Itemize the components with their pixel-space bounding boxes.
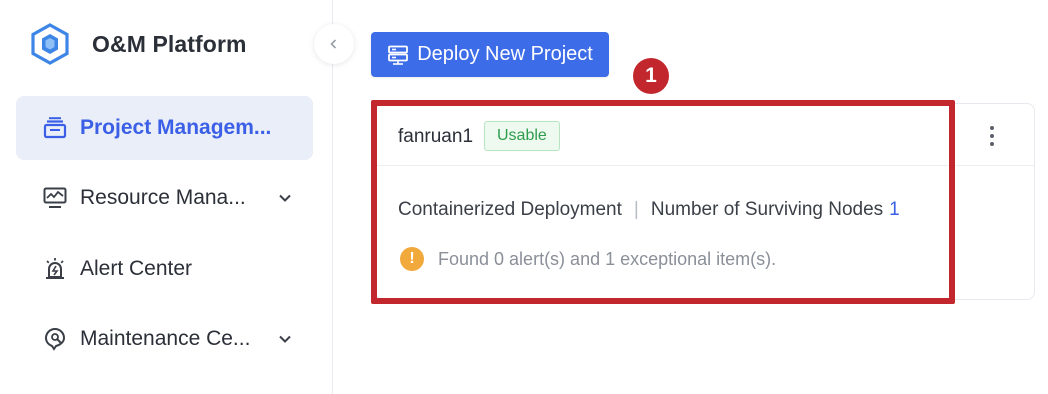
alert-summary-text: Found 0 alert(s) and 1 exceptional item(… [438,248,777,269]
deploy-new-project-button[interactable]: Deploy New Project [371,32,609,77]
step-number-badge: 1 [633,58,669,94]
more-options-icon[interactable] [980,124,1004,148]
project-alert-summary: ! Found 0 alert(s) and 1 exceptional ite… [400,247,776,271]
project-name: fanruan1 [398,126,474,147]
project-card[interactable]: fanruan1 Usable Containerized Deployment… [375,103,1035,300]
sidebar-collapse-button[interactable] [314,24,354,64]
status-badge: Usable [484,121,560,151]
platform-logo-icon [28,22,72,66]
info-separator: | [633,199,639,220]
surviving-nodes-count: 1 [889,199,900,220]
sidebar-item-maintenance-center[interactable]: Maintenance Ce... [16,307,313,371]
brand: O&M Platform [28,22,247,66]
sidebar-item-label: Alert Center [80,257,193,280]
sidebar: O&M Platform Project Managem... Resource… [0,0,333,394]
project-info: Containerized Deployment | Number of Sur… [398,199,900,221]
sidebar-item-resource-management[interactable]: Resource Mana... [16,166,313,230]
chevron-left-icon [330,39,337,49]
maintenance-icon [42,326,68,352]
app-title: O&M Platform [92,30,247,57]
chevron-down-icon [279,335,291,343]
server-icon [388,45,409,65]
alarm-icon [42,256,68,282]
deployment-type: Containerized Deployment [398,199,622,220]
project-card-header: fanruan1 Usable [376,104,1034,166]
project-icon [42,115,68,141]
sidebar-item-project-management[interactable]: Project Managem... [16,96,313,160]
sidebar-item-alert-center[interactable]: Alert Center [16,237,313,301]
surviving-nodes-label: Number of Surviving Nodes [650,199,884,220]
warning-icon: ! [400,247,424,271]
deploy-button-label: Deploy New Project [417,43,593,65]
sidebar-item-label: Resource Mana... [80,186,246,209]
monitor-chart-icon [42,185,68,211]
sidebar-item-label: Project Managem... [80,116,272,139]
chevron-down-icon [279,194,291,202]
sidebar-item-label: Maintenance Ce... [80,327,251,350]
